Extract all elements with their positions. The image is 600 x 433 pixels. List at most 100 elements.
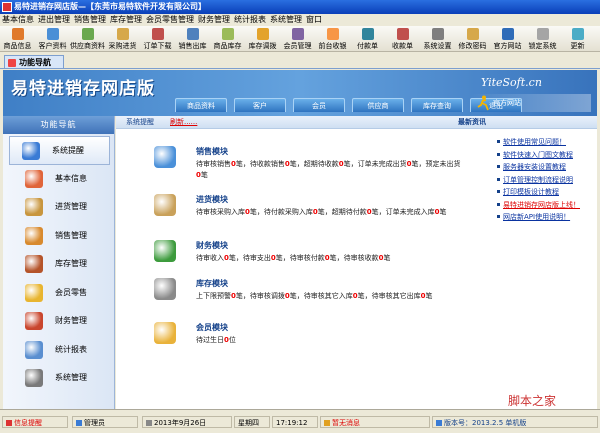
toolbar-icon (501, 28, 514, 40)
toolbar-icon (571, 28, 584, 40)
toolbar-label: 订单下载 (143, 42, 172, 50)
sidebar-item[interactable]: 会员零售 (3, 279, 114, 308)
toolbar-label: 商品信息 (3, 42, 32, 50)
toolbar-button[interactable]: 系统设置 (420, 26, 455, 52)
sidebar-icon (25, 226, 43, 245)
module-title[interactable]: 销售模块 (196, 146, 228, 157)
news-link[interactable]: 网店新API使用说明！ (496, 211, 596, 224)
sidebar-item[interactable]: 系统管理 (3, 364, 114, 393)
toolbar-label: 修改密码 (458, 42, 487, 50)
menu-item[interactable]: 进出管理 (36, 14, 72, 26)
toolbar-icon (361, 28, 374, 40)
module-icon (154, 146, 176, 168)
banner-tab[interactable]: 供应商 (352, 98, 404, 112)
official-site-link[interactable]: 官方网站 (477, 94, 537, 112)
news-link[interactable]: 订单管理控制流程说明 (496, 174, 596, 187)
news-link[interactable]: 软件使用常见问题！ (496, 136, 596, 149)
news-link[interactable]: 易特进销存网店版上线！ (496, 199, 596, 212)
status-notice[interactable]: 信息提醒 (2, 416, 68, 428)
sidebar-label: 进货管理 (55, 202, 87, 211)
toolbar-label: 前台收银 (318, 42, 347, 50)
menu-item[interactable]: 销售管理 (72, 14, 108, 26)
user-icon (76, 420, 82, 426)
status-user: 管理员 (72, 416, 138, 428)
toolbar-button[interactable]: 收款单 (385, 26, 420, 52)
sidebar-item[interactable]: 基本信息 (3, 165, 114, 194)
toolbar-button[interactable]: 付款单 (350, 26, 385, 52)
alert-icon (6, 420, 12, 426)
module-desc: 待过生日0位 (196, 336, 236, 344)
toolbar-label: 官方网站 (493, 42, 522, 50)
sidebar-label: 系统提醒 (52, 146, 84, 155)
refresh-link[interactable]: 刷新...... (170, 116, 197, 129)
news-list: 软件使用常见问题！ 软件快速入门图文教程 服务器安装设置教程 订单管理控制流程说明 打印… (496, 136, 596, 224)
toolbar-label: 更新 (570, 42, 585, 50)
mail-icon (324, 420, 330, 426)
news-link[interactable]: 服务器安装设置教程 (496, 161, 596, 174)
toolbar-button[interactable]: 修改密码 (455, 26, 490, 52)
news-link[interactable]: 打印模板设计教程 (496, 186, 596, 199)
module-title[interactable]: 进货模块 (196, 194, 228, 205)
toolbar-icon (256, 28, 269, 40)
sidebar-item[interactable]: 库存管理 (3, 250, 114, 279)
menu-item[interactable]: 财务管理 (196, 14, 232, 26)
toolbar-icon (151, 28, 164, 40)
toolbar-button[interactable]: 库存调拨 (245, 26, 280, 52)
menu-item[interactable]: 统计报表 (232, 14, 268, 26)
menu-item[interactable]: 系统管理 (268, 14, 304, 26)
sidebar-icon (25, 283, 43, 302)
module-icon (154, 194, 176, 216)
toolbar-label: 锁定系统 (528, 42, 557, 50)
menu-item[interactable]: 会员零售管理 (144, 14, 196, 26)
site-url: YiteSoft.cn (481, 76, 542, 89)
toolbar-label: 采购进货 (108, 42, 137, 50)
banner-tab[interactable]: 库存查询 (411, 98, 463, 112)
sidebar-item[interactable]: 财务管理 (3, 307, 114, 336)
banner-tab[interactable]: 商品资料 (175, 98, 227, 112)
toolbar-button[interactable]: 官方网站 (490, 26, 525, 52)
banner-tab[interactable]: 客户 (234, 98, 286, 112)
banner-tab[interactable]: 会员 (293, 98, 345, 112)
window-titlebar: 易特进销存网店版—【东莞市易特软件开发有限公司】 (0, 0, 600, 14)
toolbar-button[interactable]: 订单下载 (140, 26, 175, 52)
tab-function-nav[interactable]: 功能导航 (4, 55, 64, 69)
toolbar-label: 会员管理 (283, 42, 312, 50)
news-link[interactable]: 软件快速入门图文教程 (496, 149, 596, 162)
sidebar-item[interactable]: 进货管理 (3, 193, 114, 222)
sidebar-item[interactable]: 系统提醒 (9, 136, 110, 165)
sidebar-item[interactable]: 销售管理 (3, 222, 114, 251)
toolbar-icon (291, 28, 304, 40)
toolbar-button[interactable]: 商品信息 (0, 26, 35, 52)
toolbar-label: 销售出库 (178, 42, 207, 50)
watermark: 脚本之家 (508, 394, 557, 408)
toolbar-button[interactable]: 前台收银 (315, 26, 350, 52)
menu-item[interactable]: 库存管理 (108, 14, 144, 26)
menu-item[interactable]: 基本信息 (0, 14, 36, 26)
close-icon[interactable] (8, 59, 16, 67)
product-logo: 易特进销存网店版 (11, 79, 155, 99)
system-alert-label: 系统提醒 (126, 118, 154, 126)
status-version: 版本号：2013.2.5 单机版 (432, 416, 598, 428)
toolbar-button[interactable]: 会员管理 (280, 26, 315, 52)
toolbar-button[interactable]: 销售出库 (175, 26, 210, 52)
module-title[interactable]: 财务模块 (196, 240, 228, 251)
module-title[interactable]: 库存模块 (196, 278, 228, 289)
module-title[interactable]: 会员模块 (196, 322, 228, 333)
toolbar-button[interactable]: 采购进货 (105, 26, 140, 52)
sidebar-label: 统计报表 (55, 344, 87, 354)
toolbar-button[interactable]: 更新 (560, 26, 595, 52)
sidebar: 功能导航 系统提醒 基本信息 进货管理 销售管理 库存管理 会员零售 财务管理 统计报表 系统管… (3, 116, 115, 409)
module-desc: 待审收入0笔，待审支出0笔，待审核付款0笔，待审核收款0笔 (196, 254, 391, 262)
toolbar-icon (46, 28, 59, 40)
toolbar-button[interactable]: 商品库存 (210, 26, 245, 52)
status-message: 暂无消息 (320, 416, 430, 428)
status-weekday: 星期四 (234, 416, 270, 428)
toolbar-button[interactable]: 锁定系统 (525, 26, 560, 52)
menu-item[interactable]: 窗口 (304, 14, 324, 26)
sidebar-icon (25, 169, 43, 188)
sidebar-item[interactable]: 统计报表 (3, 336, 114, 365)
status-bar: 信息提醒 管理员 2013年9月26日 星期四 17:19:12 暂无消息 版本… (0, 409, 600, 433)
toolbar-button[interactable]: 供应商资料 (70, 26, 105, 52)
toolbar-icon (116, 28, 129, 40)
toolbar-button[interactable]: 客户资料 (35, 26, 70, 52)
